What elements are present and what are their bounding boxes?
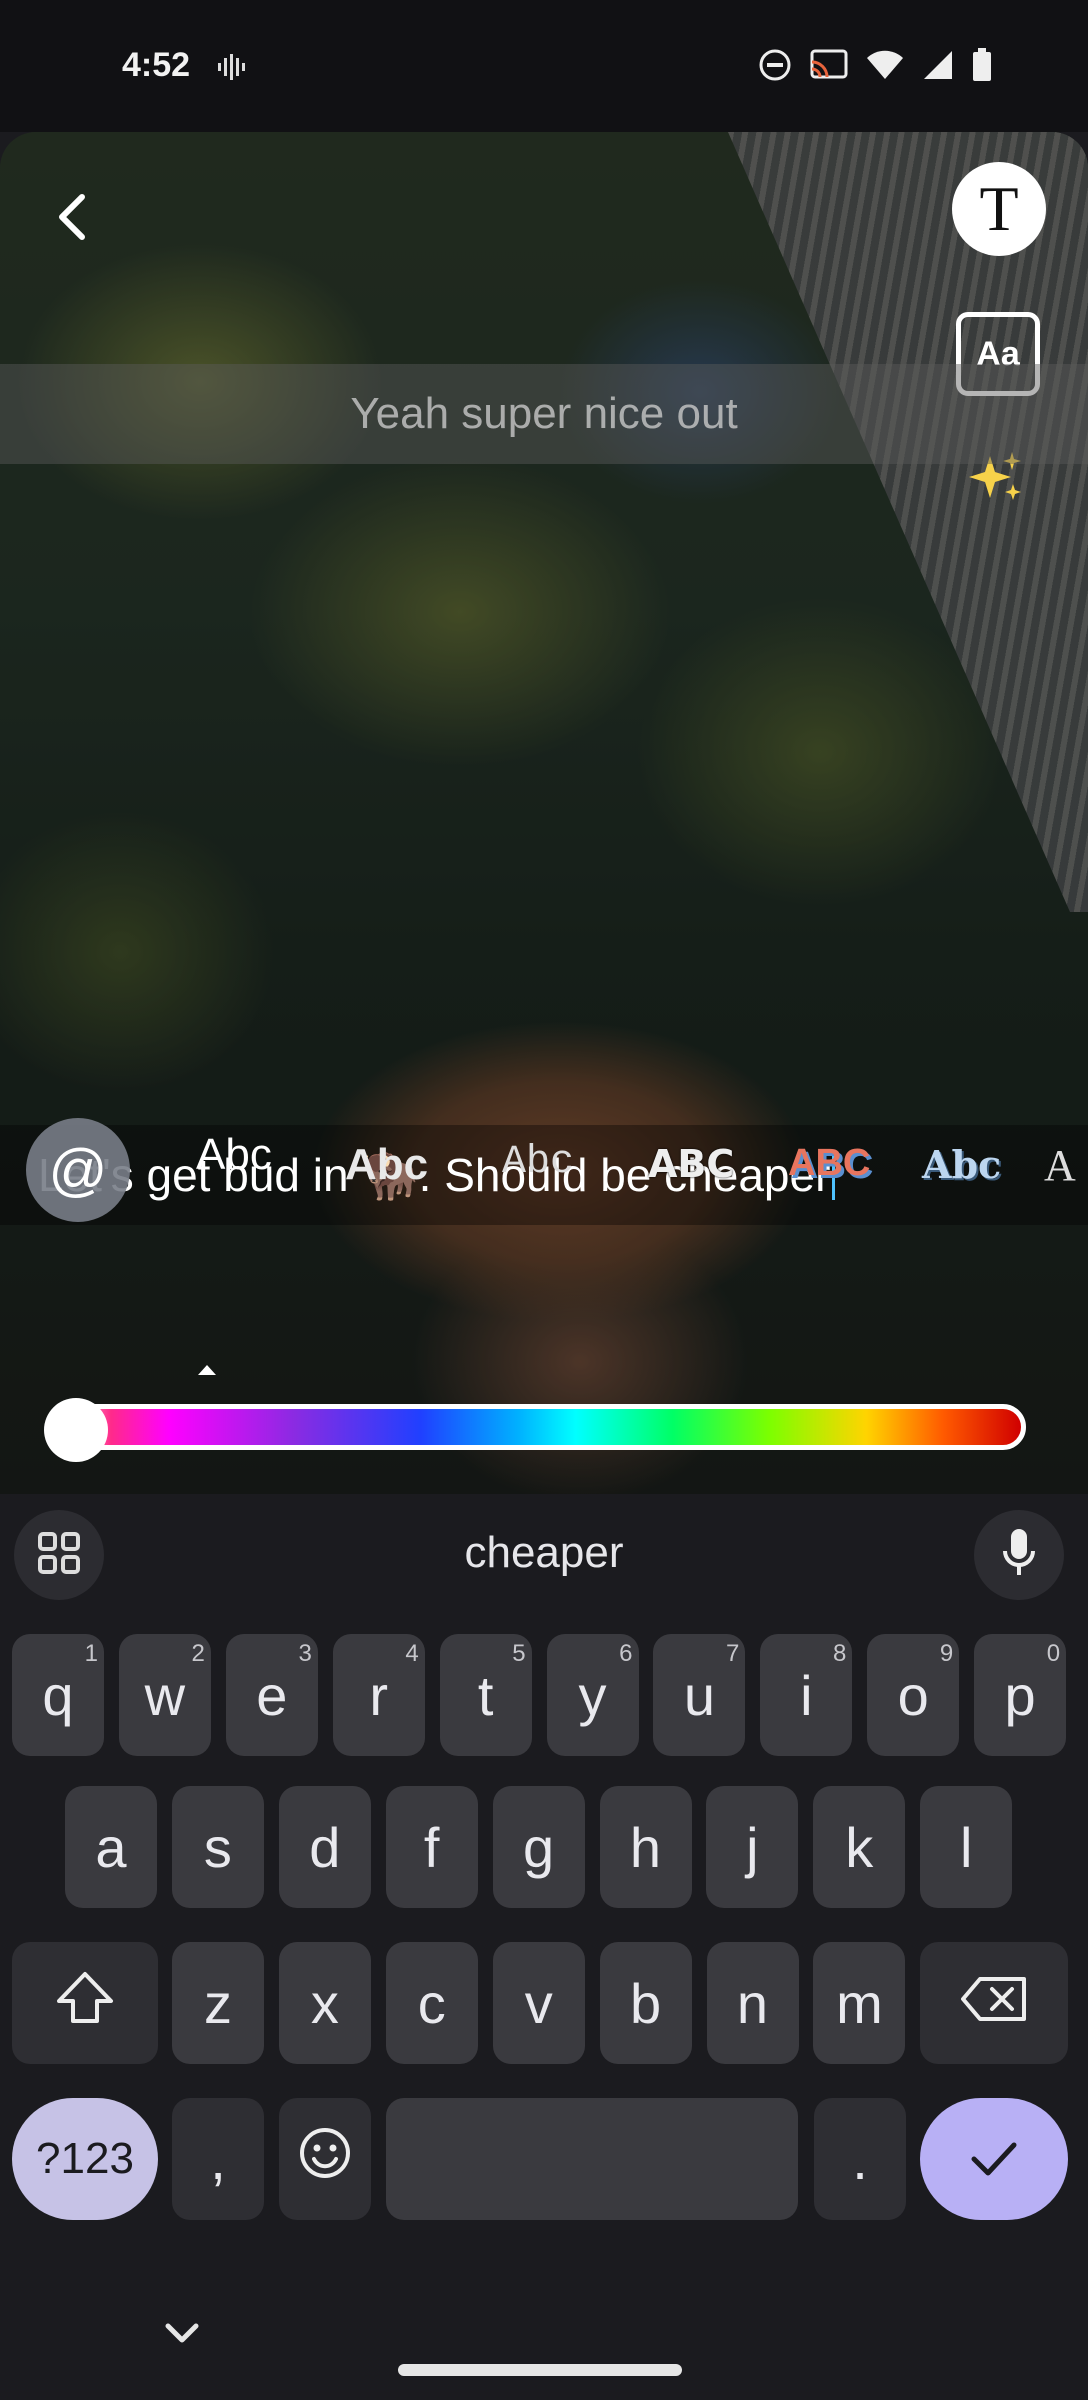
- do-not-disturb-icon: [758, 48, 792, 82]
- text-style-more[interactable]: A: [1044, 1140, 1076, 1191]
- key-hint: 4: [405, 1640, 419, 1667]
- color-slider-track[interactable]: [48, 1404, 1026, 1450]
- key-j[interactable]: j: [706, 1786, 799, 1908]
- key-t[interactable]: t5: [439, 1634, 532, 1756]
- key-hint: 3: [298, 1640, 312, 1667]
- key-p[interactable]: p0: [974, 1634, 1067, 1756]
- key-c[interactable]: c: [385, 1942, 478, 2064]
- suggestion-word[interactable]: cheaper: [0, 1528, 1088, 1578]
- emoji-key[interactable]: [279, 2098, 371, 2220]
- keyboard: cheaper q1w2e3r4t5y6u7i8o9p0 asdfghjkl zxc…: [0, 1494, 1088, 2400]
- key-i[interactable]: i8: [760, 1634, 853, 1756]
- key-l[interactable]: l: [920, 1786, 1013, 1908]
- key-x[interactable]: x: [278, 1942, 371, 2064]
- text-style-classic[interactable]: Abc: [196, 1130, 272, 1180]
- key-m[interactable]: m: [813, 1942, 906, 2064]
- cell-signal-icon: [922, 49, 954, 81]
- key-q[interactable]: q1: [12, 1634, 104, 1756]
- key-f[interactable]: f: [385, 1786, 478, 1908]
- key-o[interactable]: o9: [867, 1634, 960, 1756]
- text-style-retro[interactable]: ABC: [788, 1142, 870, 1185]
- key-e[interactable]: e3: [225, 1634, 318, 1756]
- microphone-icon: [1001, 1527, 1037, 1584]
- shift-arrow-icon: [55, 1969, 115, 2038]
- cast-icon: [810, 49, 848, 81]
- key-k[interactable]: k: [813, 1786, 906, 1908]
- key-v[interactable]: v: [492, 1942, 585, 2064]
- smiley-icon: [298, 2126, 352, 2193]
- shift-key[interactable]: [12, 1942, 158, 2064]
- key-b[interactable]: b: [599, 1942, 692, 2064]
- key-z[interactable]: z: [172, 1942, 264, 2064]
- symbols-key[interactable]: ?123: [12, 2098, 158, 2220]
- key-hint: 2: [191, 1640, 205, 1667]
- text-style-picker: @ Abc Abc Abc ABC ABC Abc A: [0, 1118, 1088, 1238]
- backspace-icon: [960, 1971, 1028, 2036]
- mention-button[interactable]: @: [26, 1118, 130, 1222]
- battery-icon: [972, 48, 992, 82]
- key-w[interactable]: w2: [118, 1634, 211, 1756]
- key-y[interactable]: y6: [546, 1634, 639, 1756]
- key-u[interactable]: u7: [653, 1634, 746, 1756]
- key-hint: 0: [1046, 1640, 1061, 1667]
- text-style-typewriter[interactable]: Abc: [502, 1140, 574, 1185]
- key-h[interactable]: h: [599, 1786, 692, 1908]
- key-d[interactable]: d: [278, 1786, 371, 1908]
- space-key[interactable]: [386, 2098, 798, 2220]
- caption-overlay-text: Yeah super nice out: [350, 389, 738, 438]
- chevron-left-icon: [52, 193, 92, 246]
- chevron-down-icon: [162, 2323, 202, 2352]
- sparkle-icon: [966, 452, 1026, 510]
- key-hint: 8: [832, 1640, 847, 1667]
- done-key[interactable]: [920, 2098, 1068, 2220]
- key-a[interactable]: a: [65, 1786, 157, 1908]
- photo-canvas[interactable]: T Aa Yeah super nice out Let's get bud i…: [0, 132, 1088, 1494]
- text-style-caps[interactable]: ABC: [648, 1142, 734, 1186]
- status-bar: 4:52: [0, 0, 1088, 132]
- key-hint: 1: [84, 1640, 98, 1667]
- keyboard-collapse-button[interactable]: [162, 2318, 202, 2353]
- comma-key[interactable]: ,: [172, 2098, 264, 2220]
- checkmark-icon: [970, 2127, 1018, 2192]
- key-hint: 5: [512, 1640, 526, 1667]
- status-time: 4:52: [122, 46, 191, 84]
- keyboard-suggestion-bar: cheaper: [0, 1494, 1088, 1614]
- key-hint: 6: [619, 1640, 633, 1667]
- period-key[interactable]: .: [814, 2098, 906, 2220]
- selected-style-indicator: [198, 1365, 216, 1375]
- gesture-nav-handle[interactable]: [398, 2364, 682, 2376]
- back-button[interactable]: [40, 187, 104, 251]
- text-style-bold[interactable]: Abc: [345, 1140, 428, 1190]
- color-slider-thumb[interactable]: [44, 1398, 108, 1462]
- wifi-icon: [866, 49, 904, 81]
- text-tool-button[interactable]: T: [952, 162, 1046, 256]
- voice-input-button[interactable]: [974, 1510, 1064, 1600]
- key-g[interactable]: g: [492, 1786, 585, 1908]
- key-s[interactable]: s: [171, 1786, 264, 1908]
- caption-overlay[interactable]: Yeah super nice out: [0, 364, 1088, 464]
- backspace-key[interactable]: [920, 1942, 1068, 2064]
- text-style-gothic[interactable]: Abc: [922, 1142, 1001, 1187]
- voice-activity-icon: [216, 52, 246, 87]
- key-n[interactable]: n: [706, 1942, 799, 2064]
- key-hint: 9: [939, 1640, 954, 1667]
- key-r[interactable]: r4: [332, 1634, 425, 1756]
- key-hint: 7: [726, 1640, 740, 1667]
